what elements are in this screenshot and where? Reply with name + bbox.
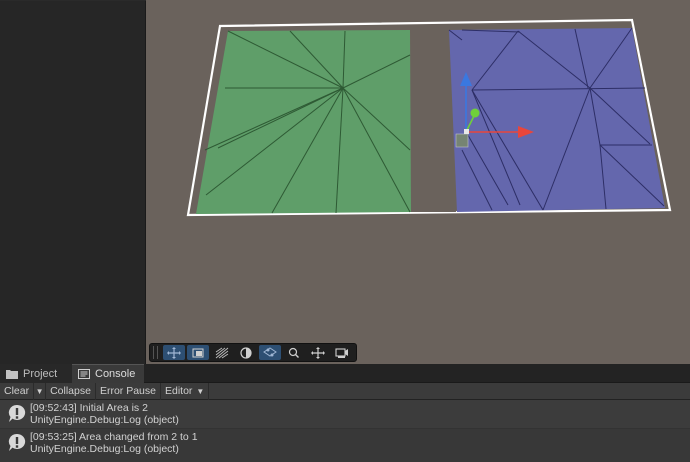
- hierarchy-panel: [0, 0, 146, 364]
- clear-button-label: Clear: [4, 385, 30, 397]
- clear-options-dropdown[interactable]: ▼: [34, 382, 47, 400]
- bottom-tab-bar: Project Console: [0, 364, 690, 383]
- tab-project[interactable]: Project: [0, 364, 72, 383]
- log-stack: UnityEngine.Debug:Log (object): [30, 414, 179, 426]
- chevron-down-icon: ▼: [196, 386, 205, 396]
- log-message: [09:53:25] Area changed from 2 to 1: [30, 430, 198, 443]
- grid-snap-button[interactable]: [187, 345, 209, 360]
- error-pause-toggle-label: Error Pause: [99, 385, 156, 397]
- tab-console-label: Console: [95, 368, 136, 380]
- collapse-toggle[interactable]: Collapse: [46, 382, 96, 400]
- camera-button[interactable]: [331, 345, 353, 360]
- log-entry[interactable]: [09:53:25] Area changed from 2 to 1 Unit…: [0, 428, 690, 456]
- scale-tool-icon: [215, 347, 229, 358]
- zoom-button[interactable]: [283, 345, 305, 360]
- rotate-tool-icon: [240, 346, 252, 359]
- chevron-down-icon: ▼: [35, 386, 44, 396]
- info-icon: [7, 433, 27, 453]
- scale-tool-button[interactable]: [211, 345, 233, 360]
- green-navmesh-area: [196, 30, 411, 214]
- editor-dropdown-label: Editor: [164, 385, 193, 397]
- camera-icon: [335, 347, 348, 358]
- tab-project-label: Project: [23, 367, 58, 380]
- pan-button[interactable]: [307, 345, 329, 360]
- collapse-toggle-label: Collapse: [50, 385, 91, 397]
- console-toolbar: Clear ▼ Collapse Error Pause Editor ▼: [0, 382, 690, 400]
- zoom-icon: [288, 347, 299, 358]
- toolbar-grip[interactable]: [153, 346, 158, 359]
- rotate-tool-button[interactable]: [235, 345, 257, 360]
- scene-view[interactable]: [146, 0, 690, 364]
- folder-icon: [6, 369, 18, 379]
- move-tool-icon: [167, 346, 181, 359]
- scene-canvas[interactable]: [146, 0, 690, 364]
- tab-console[interactable]: Console: [72, 364, 144, 383]
- error-pause-toggle[interactable]: Error Pause: [96, 382, 161, 400]
- transform-tool-icon: [263, 346, 277, 357]
- info-icon: [7, 404, 27, 424]
- scene-tools-overlay: [149, 343, 357, 362]
- blue-navmesh-area: [448, 27, 665, 212]
- clear-button[interactable]: Clear: [0, 382, 35, 400]
- gap-floor: [411, 29, 456, 212]
- navmesh-tool-button[interactable]: [259, 345, 281, 360]
- view-tool-button[interactable]: [163, 345, 185, 360]
- view-tool-icon: [311, 346, 325, 359]
- editor-dropdown[interactable]: Editor ▼: [161, 382, 210, 400]
- log-message: [09:52:43] Initial Area is 2: [30, 402, 148, 414]
- console-log-list[interactable]: [09:52:43] Initial Area is 2 UnityEngine…: [0, 400, 690, 462]
- console-icon: [78, 369, 90, 379]
- log-entry[interactable]: [09:52:43] Initial Area is 2 UnityEngine…: [0, 400, 690, 428]
- rect-tool-icon: [192, 348, 204, 357]
- log-stack: UnityEngine.Debug:Log (object): [30, 442, 179, 455]
